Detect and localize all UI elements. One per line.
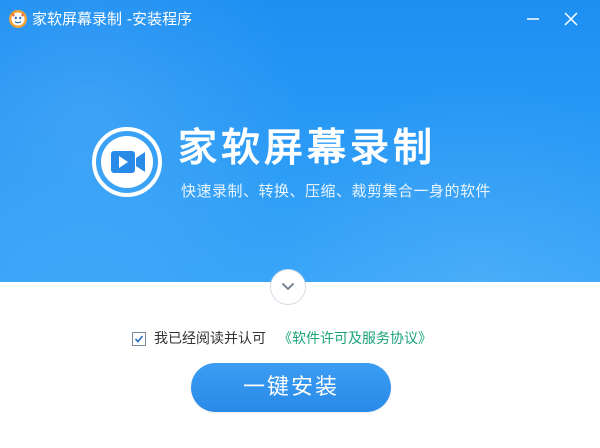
agreement-label: 我已经阅读并认可 [154,331,266,347]
app-logo-icon [9,10,27,28]
hero-banner: 家软屏幕录制 -安装程序 家软屏幕录制 快速录制、转换、压缩、裁剪集合一身的软件 [0,0,600,282]
agreement-checkbox[interactable] [132,332,146,346]
installer-window: 家软屏幕录制 -安装程序 家软屏幕录制 快速录制、转换、压缩、裁剪集合一身的软件 [0,0,600,448]
close-icon [564,12,578,26]
product-tagline: 快速录制、转换、压缩、裁剪集合一身的软件 [181,182,492,200]
video-camera-icon [92,127,162,197]
close-button[interactable] [558,6,584,32]
checkmark-icon [134,335,144,343]
one-click-install-button[interactable]: 一键安装 [191,363,391,412]
minimize-icon [527,18,539,20]
chevron-down-icon [282,283,294,290]
license-agreement-link[interactable]: 《软件许可及服务协议》 [278,330,432,348]
expand-options-button[interactable] [270,269,306,305]
minimize-button[interactable] [520,6,546,32]
title-bar[interactable]: 家软屏幕录制 -安装程序 [0,0,600,38]
product-name: 家软屏幕录制 [178,126,437,171]
window-title: 家软屏幕录制 -安装程序 [32,10,193,28]
